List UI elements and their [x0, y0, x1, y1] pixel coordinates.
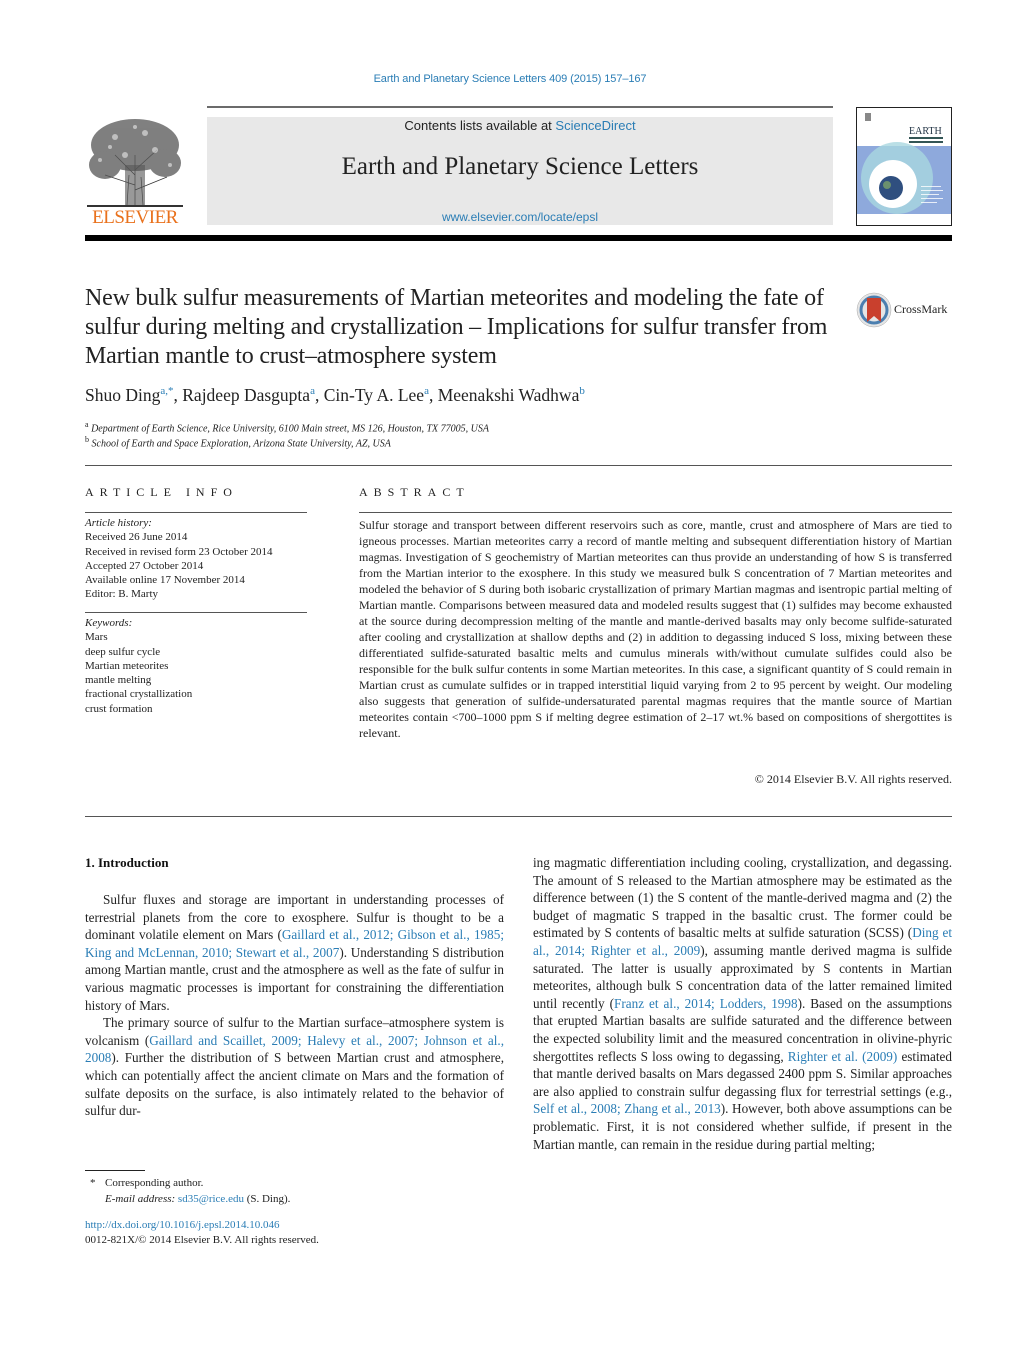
citation-link[interactable]: Righter et al. (2009) — [788, 1049, 898, 1064]
abstract-text: Sulfur storage and transport between dif… — [359, 518, 952, 740]
keywords-label: Keywords: — [85, 617, 133, 629]
crossmark-icon — [856, 292, 892, 328]
abstract-divider — [359, 512, 952, 513]
article-history: Article history: Received 26 June 2014 Re… — [85, 516, 307, 602]
contents-line: Contents lists available at ScienceDirec… — [404, 118, 636, 133]
abstract-copyright: © 2014 Elsevier B.V. All rights reserved… — [754, 772, 952, 786]
author-list: Shuo Dinga,*, Rajdeep Dasguptaa, Cin-Ty … — [85, 385, 585, 405]
keyword-item: fractional crystallization — [85, 688, 193, 701]
journal-banner: Contents lists available at ScienceDirec… — [207, 117, 833, 225]
author-affiliation-marker[interactable]: a,* — [160, 385, 173, 397]
keyword-item: crust formation — [85, 702, 153, 715]
body-column-left: Sulfur fluxes and storage are important … — [85, 891, 504, 1120]
email-link[interactable]: sd35@rice.edu — [178, 1193, 244, 1205]
keywords: Keywords: Mars deep sulfur cycle Martian m… — [85, 616, 307, 716]
affiliation: b School of Earth and Space Exploration,… — [85, 435, 391, 450]
paragraph-text: ing magmatic differentiation including c… — [533, 855, 952, 941]
journal-cover-image: EARTH — [857, 108, 951, 225]
author-affiliation-marker[interactable]: b — [579, 385, 585, 397]
keyword-item: Mars — [85, 631, 108, 644]
section-heading-introduction: 1. Introduction — [85, 855, 169, 870]
citation-link[interactable]: Franz et al., 2014; Lodders, 1998 — [614, 996, 798, 1011]
doi-block: http://dx.doi.org/10.1016/j.epsl.2014.10… — [85, 1218, 319, 1248]
header-thick-rule — [85, 235, 952, 241]
author-name[interactable]: Rajdeep Dasgupta — [182, 385, 310, 405]
history-item: Received 26 June 2014 — [85, 531, 188, 544]
journal-citation[interactable]: Earth and Planetary Science Letters 409 … — [0, 73, 1020, 85]
author-affiliation-marker[interactable]: a — [310, 385, 315, 397]
abstract-bottom-rule — [85, 816, 952, 817]
paragraph: ing magmatic differentiation including c… — [533, 854, 952, 1153]
crossmark-badge[interactable]: CrossMark — [856, 290, 956, 330]
keyword-item: deep sulfur cycle — [85, 645, 161, 658]
journal-url-link[interactable]: www.elsevier.com/locate/epsl — [207, 210, 833, 224]
article-title: New bulk sulfur measurements of Martian … — [85, 285, 828, 369]
paragraph: Sulfur fluxes and storage are important … — [85, 891, 504, 1014]
author-name[interactable]: Cin-Ty A. Lee — [324, 385, 424, 405]
citation-link[interactable]: Self et al., 2008; Zhang et al., 2013 — [533, 1101, 721, 1116]
paragraph: The primary source of sulfur to the Mart… — [85, 1014, 504, 1120]
abstract-heading: ABSTRACT — [359, 485, 470, 499]
header-divider — [207, 106, 833, 108]
elsevier-wordmark: ELSEVIER — [92, 207, 178, 228]
journal-name: Earth and Planetary Science Letters — [341, 153, 699, 180]
paragraph-text: ). Further the distribution of S between… — [85, 1050, 504, 1119]
article-info-heading: ARTICLE INFO — [85, 485, 238, 499]
author-name[interactable]: Shuo Ding — [85, 385, 160, 405]
doi-link[interactable]: http://dx.doi.org/10.1016/j.epsl.2014.10… — [85, 1219, 279, 1231]
footnote: * Corresponding author. E-mail address: s… — [90, 1177, 291, 1205]
body-column-right: ing magmatic differentiation including c… — [533, 854, 952, 1153]
history-item: Available online 17 November 2014 — [85, 574, 245, 587]
sciencedirect-link[interactable]: ScienceDirect — [555, 118, 635, 133]
issn-copyright: 0012-821X/© 2014 Elsevier B.V. All right… — [85, 1234, 319, 1246]
history-item: Editor: B. Marty — [85, 588, 159, 601]
history-item: Received in revised form 23 October 2014 — [85, 545, 273, 558]
keywords-divider — [85, 612, 307, 613]
elsevier-logo: ELSEVIER — [85, 115, 185, 228]
footnote-rule — [85, 1170, 145, 1171]
author-affiliation-marker[interactable]: a — [424, 385, 429, 397]
crossmark-label: CrossMark — [894, 302, 948, 316]
section-divider — [85, 465, 952, 466]
author-name[interactable]: Meenakshi Wadhwa — [438, 385, 580, 405]
article-history-label: Article history: — [85, 517, 152, 529]
history-item: Accepted 27 October 2014 — [85, 559, 204, 572]
journal-cover-thumbnail[interactable]: EARTH — [856, 107, 952, 226]
keyword-item: mantle melting — [85, 674, 152, 687]
keyword-item: Martian meteorites — [85, 659, 169, 672]
affiliation: a Department of Earth Science, Rice Univ… — [85, 420, 489, 435]
cover-title: EARTH — [909, 126, 942, 137]
article-info-divider — [85, 512, 307, 513]
